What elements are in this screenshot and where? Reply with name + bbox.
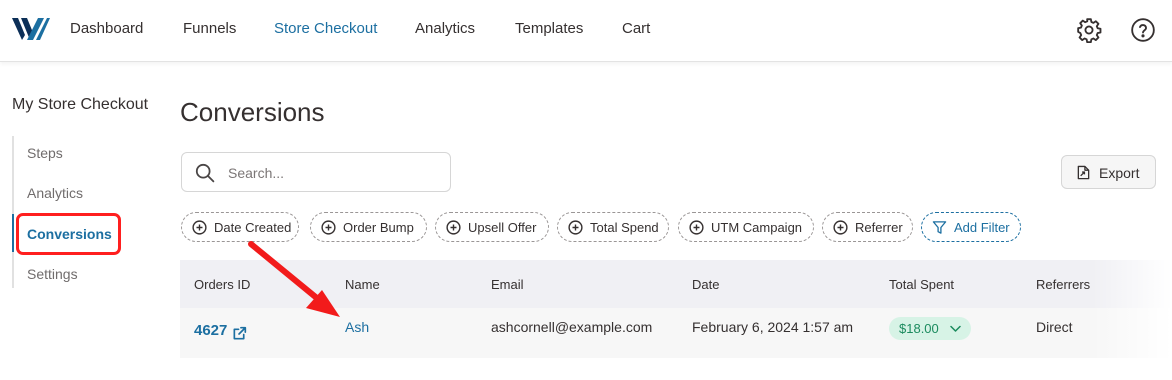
nav-dashboard[interactable]: Dashboard	[70, 20, 143, 37]
column-header-referrers[interactable]: Referrers	[1036, 277, 1090, 292]
sidebar-item-analytics[interactable]: Analytics	[27, 185, 83, 201]
sidebar-item-steps[interactable]: Steps	[27, 145, 63, 161]
filter-label: UTM Campaign	[711, 220, 803, 235]
filter-referrer[interactable]: Referrer	[822, 212, 913, 242]
plus-circle-icon	[321, 220, 336, 235]
sidebar-item-settings[interactable]: Settings	[27, 266, 78, 282]
filter-label: Referrer	[855, 220, 903, 235]
filter-total-spend[interactable]: Total Spend	[557, 212, 669, 242]
nav-store-checkout[interactable]: Store Checkout	[274, 20, 377, 37]
filter-label: Upsell Offer	[468, 220, 537, 235]
export-file-icon	[1077, 165, 1090, 180]
sidebar-title: My Store Checkout	[12, 96, 149, 113]
referrer-value: Direct	[1036, 319, 1073, 335]
search-input[interactable]	[228, 162, 438, 184]
filter-order-bump[interactable]: Order Bump	[310, 212, 427, 242]
external-link-icon[interactable]	[232, 326, 247, 341]
add-filter-button[interactable]: Add Filter	[921, 212, 1021, 242]
customer-name-link[interactable]: Ash	[345, 319, 369, 335]
plus-circle-icon	[689, 220, 704, 235]
plus-circle-icon	[446, 220, 461, 235]
column-header-date[interactable]: Date	[692, 277, 719, 292]
sidebar-active-indicator	[12, 214, 14, 252]
total-spent-badge[interactable]: $18.00	[889, 317, 971, 340]
page-title: Conversions	[180, 97, 325, 127]
add-filter-label: Add Filter	[954, 220, 1010, 235]
nav-funnels[interactable]: Funnels	[183, 20, 236, 37]
plus-circle-icon	[192, 220, 207, 235]
column-header-total-spent[interactable]: Total Spent	[889, 277, 954, 292]
sidebar-rail	[12, 136, 14, 288]
filter-label: Order Bump	[343, 220, 414, 235]
nav-analytics[interactable]: Analytics	[415, 20, 475, 37]
search-box	[181, 152, 451, 192]
column-header-name[interactable]: Name	[345, 277, 380, 292]
conversions-table: Orders ID Name Email Date Total Spent Re…	[180, 260, 1172, 358]
export-button[interactable]: Export	[1061, 155, 1156, 189]
filter-label: Total Spend	[590, 220, 659, 235]
filter-upsell-offer[interactable]: Upsell Offer	[435, 212, 549, 242]
export-label: Export	[1099, 165, 1140, 181]
order-id-link[interactable]: 4627	[194, 322, 227, 339]
help-question-icon[interactable]	[1130, 17, 1156, 43]
column-header-email[interactable]: Email	[491, 277, 524, 292]
settings-gear-icon[interactable]	[1076, 17, 1102, 43]
table-header: Orders ID Name Email Date Total Spent Re…	[180, 260, 1172, 308]
brand-logo-icon[interactable]	[12, 17, 50, 41]
filter-funnel-icon	[932, 221, 947, 234]
chevron-down-icon	[950, 325, 961, 332]
top-navigation-bar: Dashboard Funnels Store Checkout Analyti…	[0, 0, 1172, 62]
plus-circle-icon	[568, 220, 583, 235]
annotation-highlight-box	[16, 213, 121, 255]
total-spent-value: $18.00	[899, 321, 939, 336]
table-edge-fade	[1092, 260, 1172, 358]
filter-date-created[interactable]: Date Created	[181, 212, 299, 242]
plus-circle-icon	[833, 220, 848, 235]
search-icon	[195, 163, 215, 183]
filter-label: Date Created	[214, 220, 292, 235]
column-header-orders-id[interactable]: Orders ID	[194, 277, 250, 292]
filter-utm-campaign[interactable]: UTM Campaign	[678, 212, 814, 242]
customer-email: ashcornell@example.com	[491, 319, 653, 335]
table-row: 4627 Ash ashcornell@example.com February…	[180, 308, 1172, 358]
order-date: February 6, 2024 1:57 am	[692, 319, 854, 335]
nav-templates[interactable]: Templates	[515, 20, 583, 37]
nav-cart[interactable]: Cart	[622, 20, 650, 37]
